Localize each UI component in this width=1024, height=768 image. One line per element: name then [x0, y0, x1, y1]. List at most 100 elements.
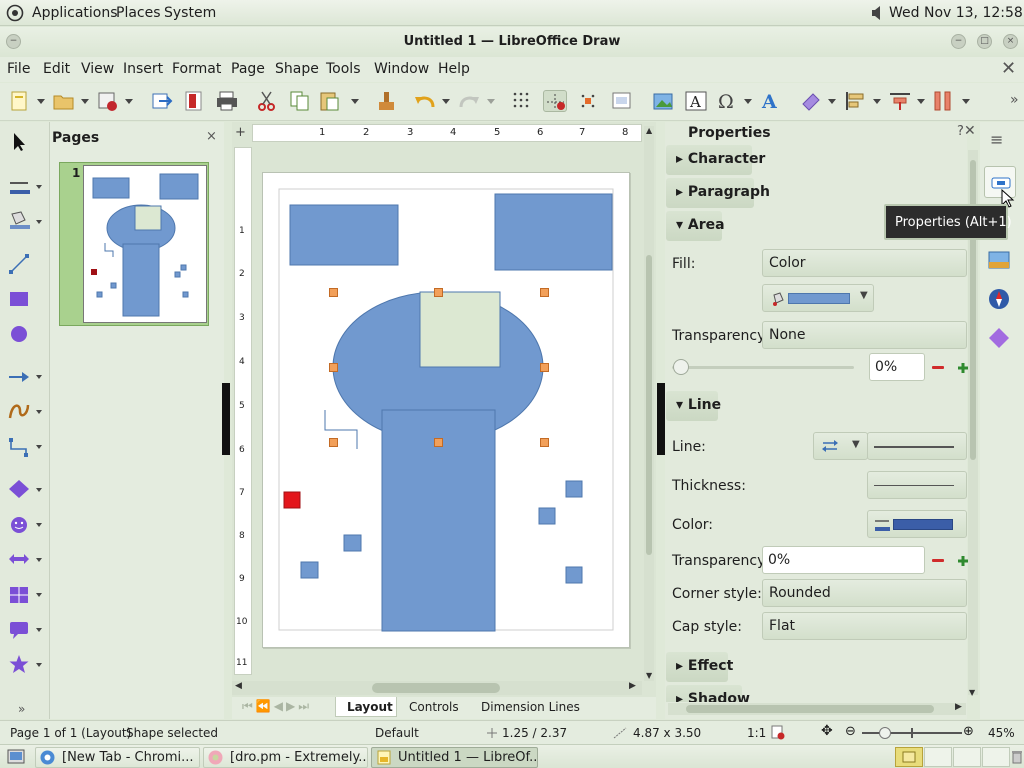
callouts-dropdown-icon[interactable] — [36, 628, 42, 632]
save-dropdown-icon[interactable] — [125, 99, 133, 104]
tab-dimension-lines[interactable]: Dimension Lines — [481, 700, 580, 714]
undo-icon[interactable] — [413, 90, 437, 112]
paste-icon[interactable] — [318, 90, 342, 112]
close-document-icon[interactable]: ✕ — [1001, 58, 1016, 79]
fill-color-icon[interactable] — [8, 210, 30, 230]
block-arrows-dropdown-icon[interactable] — [36, 558, 42, 562]
open-dropdown-icon[interactable] — [81, 99, 89, 104]
grid-icon[interactable] — [511, 90, 535, 112]
open-folder-icon[interactable] — [52, 90, 76, 112]
symbol-shapes-icon[interactable] — [8, 515, 30, 535]
clock[interactable]: Wed Nov 13, 12:58 PM — [889, 5, 1024, 21]
zoom-pan-icon[interactable] — [610, 90, 634, 112]
redo-dropdown-icon[interactable] — [487, 99, 495, 104]
small-square-shape[interactable] — [565, 566, 583, 584]
selection-handle[interactable] — [329, 288, 338, 297]
sidebar-help-icon[interactable]: ? — [957, 124, 964, 139]
menu-tools[interactable]: Tools — [326, 61, 361, 77]
scroll-right-icon[interactable]: ▶ — [629, 681, 636, 691]
gnome-foot-icon[interactable] — [6, 4, 24, 22]
tab-controls[interactable]: Controls — [409, 700, 459, 714]
line-color-dropdown[interactable] — [867, 510, 967, 538]
menu-format[interactable]: Format — [172, 61, 221, 77]
pages-pane-collapse-handle[interactable] — [222, 383, 230, 455]
line-transparency-field[interactable]: 0% — [762, 546, 925, 574]
left-toolbar-overflow-icon[interactable]: » — [18, 702, 25, 716]
menu-insert[interactable]: Insert — [123, 61, 163, 77]
transformations-dropdown-icon[interactable] — [828, 99, 836, 104]
selection-handle[interactable] — [540, 438, 549, 447]
line-style-dropdown[interactable] — [867, 432, 967, 460]
fill-type-dropdown[interactable]: Color — [762, 249, 967, 277]
menu-view[interactable]: View — [81, 61, 114, 77]
selection-handle[interactable] — [434, 438, 443, 447]
workspace-switcher-4[interactable] — [982, 747, 1010, 767]
toolbar-overflow-icon[interactable]: » — [1010, 92, 1019, 108]
arrow-style-dropdown[interactable]: ▼ — [813, 432, 868, 460]
stars-dropdown-icon[interactable] — [36, 663, 42, 667]
distribute-icon[interactable] — [932, 90, 956, 112]
paste-dropdown-icon[interactable] — [351, 99, 359, 104]
menu-help[interactable]: Help — [438, 61, 470, 77]
minimize-icon[interactable]: − — [951, 34, 966, 49]
corner-style-dropdown[interactable]: Rounded — [762, 579, 967, 607]
status-master-page[interactable]: Default — [375, 726, 419, 740]
applications-menu[interactable]: Applications — [32, 5, 118, 21]
zoom-in-icon[interactable]: ⊕ — [963, 724, 974, 739]
basic-shapes-icon[interactable] — [8, 479, 30, 499]
menu-page[interactable]: Page — [231, 61, 265, 77]
transparency-slider-track[interactable] — [672, 366, 854, 369]
section-line[interactable]: ▾ Line — [666, 391, 721, 421]
basic-shapes-dropdown-icon[interactable] — [36, 488, 42, 492]
task-chromium[interactable]: [New Tab - Chromi... — [35, 747, 200, 768]
copy-icon[interactable] — [288, 90, 312, 112]
workspace-switcher-3[interactable] — [953, 747, 981, 767]
status-page[interactable]: Page 1 of 1 (Layout) — [10, 726, 131, 740]
select-arrow-icon[interactable] — [8, 132, 30, 152]
gallery-tab-icon[interactable] — [988, 250, 1010, 270]
page-thumbnail[interactable] — [83, 165, 207, 323]
fill-color-dropdown-icon[interactable] — [36, 220, 42, 224]
rectangle-shape[interactable] — [289, 204, 399, 266]
redo-icon[interactable] — [457, 90, 481, 112]
area-transparency-decrease-icon[interactable] — [932, 366, 944, 369]
trash-icon[interactable] — [1012, 750, 1022, 764]
fit-page-icon[interactable]: ✥ — [821, 723, 833, 739]
zoom-slider-thumb[interactable] — [878, 727, 891, 739]
arrow-line-dropdown-icon[interactable] — [36, 375, 42, 379]
horizontal-ruler[interactable]: 1 2 3 4 5 6 7 8 — [252, 124, 642, 142]
sidebar-hscroll-thumb[interactable] — [686, 705, 934, 713]
fill-color-dropdown[interactable]: ▼ — [762, 284, 874, 312]
canvas-vscroll-thumb[interactable] — [646, 255, 652, 555]
line-transparency-decrease-icon[interactable] — [932, 559, 944, 562]
fontwork-icon[interactable]: A — [760, 90, 784, 113]
clone-formatting-icon[interactable] — [375, 90, 399, 112]
small-square-shape[interactable] — [565, 480, 583, 498]
drawing-shapes[interactable] — [262, 172, 630, 648]
line-tool-icon[interactable] — [8, 254, 30, 274]
helplines-icon[interactable] — [543, 90, 567, 112]
navigator-tab-icon[interactable] — [988, 288, 1010, 310]
close-pages-pane-icon[interactable]: × — [206, 129, 217, 144]
menu-window[interactable]: Window — [374, 61, 429, 77]
export-icon[interactable] — [150, 90, 174, 112]
align-dropdown-icon[interactable] — [873, 99, 881, 104]
volume-icon[interactable] — [871, 5, 883, 21]
line-color-dropdown-icon[interactable] — [36, 185, 42, 189]
menu-file[interactable]: File — [7, 61, 30, 77]
connector-tool-icon[interactable] — [8, 437, 30, 457]
places-menu[interactable]: Places — [116, 5, 161, 21]
section-paragraph[interactable]: ▸ Paragraph — [666, 178, 770, 208]
insert-image-icon[interactable] — [652, 90, 676, 112]
small-square-shape[interactable] — [343, 534, 362, 552]
selection-handle[interactable] — [540, 363, 549, 372]
vertical-ruler[interactable]: 1 2 3 4 5 6 7 8 9 10 11 — [234, 147, 252, 675]
status-scale[interactable]: 1:1 — [747, 726, 766, 740]
connector-dropdown-icon[interactable] — [36, 445, 42, 449]
selection-handle[interactable] — [540, 288, 549, 297]
flowchart-icon[interactable] — [8, 585, 30, 605]
block-arrows-icon[interactable] — [8, 549, 30, 569]
cap-style-dropdown[interactable]: Flat — [762, 612, 967, 640]
insert-text-icon[interactable]: A — [684, 90, 708, 112]
flowchart-dropdown-icon[interactable] — [36, 593, 42, 597]
